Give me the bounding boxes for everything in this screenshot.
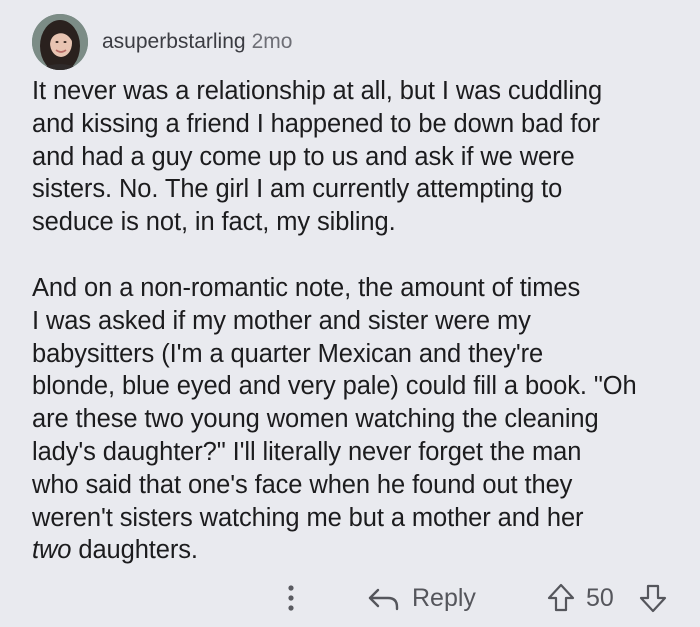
more-options-button[interactable] — [278, 578, 304, 618]
comment-line: And on a non-romantic note, the amount o… — [32, 273, 581, 302]
comment-line: seduce is not, in fact, my sibling. — [32, 208, 396, 237]
avatar-photo-icon — [32, 14, 88, 70]
comment-line: lady's daughter?" I'll literally never f… — [32, 437, 582, 466]
comment-body: It never was a relationship at all, but … — [32, 75, 692, 567]
user-avatar[interactable] — [32, 14, 88, 70]
upvote-button[interactable] — [546, 578, 576, 618]
comment-actions: Reply 50 — [0, 578, 700, 618]
comment-line: are these two young women watching the c… — [32, 405, 599, 434]
reply-arrow-icon — [368, 588, 399, 611]
comment-line: who said that one's face when he found o… — [32, 470, 573, 499]
emphasis-text: two — [32, 536, 72, 565]
comment-line: and kissing a friend I happened to be do… — [32, 109, 600, 138]
downvote-arrow-icon — [639, 584, 667, 613]
comment-age: 2mo — [251, 30, 293, 53]
comment-line: and had a guy come up to us and ask if w… — [32, 142, 575, 171]
vote-score: 50 — [586, 584, 614, 612]
downvote-button[interactable] — [638, 578, 668, 618]
comment-paragraph: It never was a relationship at all, but … — [32, 75, 692, 239]
upvote-arrow-icon — [547, 583, 575, 612]
reply-button[interactable]: Reply — [366, 578, 476, 618]
comment-header: asuperbstarling 2mo — [32, 13, 292, 71]
comment: asuperbstarling 2mo It never was a relat… — [0, 0, 700, 627]
comment-paragraph: And on a non-romantic note, the amount o… — [32, 272, 692, 567]
comment-line: It never was a relationship at all, but … — [32, 77, 603, 105]
author-username[interactable]: asuperbstarling — [102, 30, 246, 54]
reply-label: Reply — [412, 583, 476, 612]
comment-line: blonde, blue eyed and very pale) could f… — [32, 372, 637, 401]
comment-line-last: two daughters. — [32, 534, 692, 567]
comment-line: babysitters (I'm a quarter Mexican and t… — [32, 339, 544, 368]
comment-line: I was asked if my mother and sister were… — [32, 306, 531, 335]
more-vertical-icon — [288, 585, 294, 611]
comment-line: sisters. No. The girl I am currently att… — [32, 175, 563, 204]
comment-line: weren't sisters watching me but a mother… — [32, 503, 584, 532]
comment-line-rest: daughters. — [71, 536, 198, 565]
